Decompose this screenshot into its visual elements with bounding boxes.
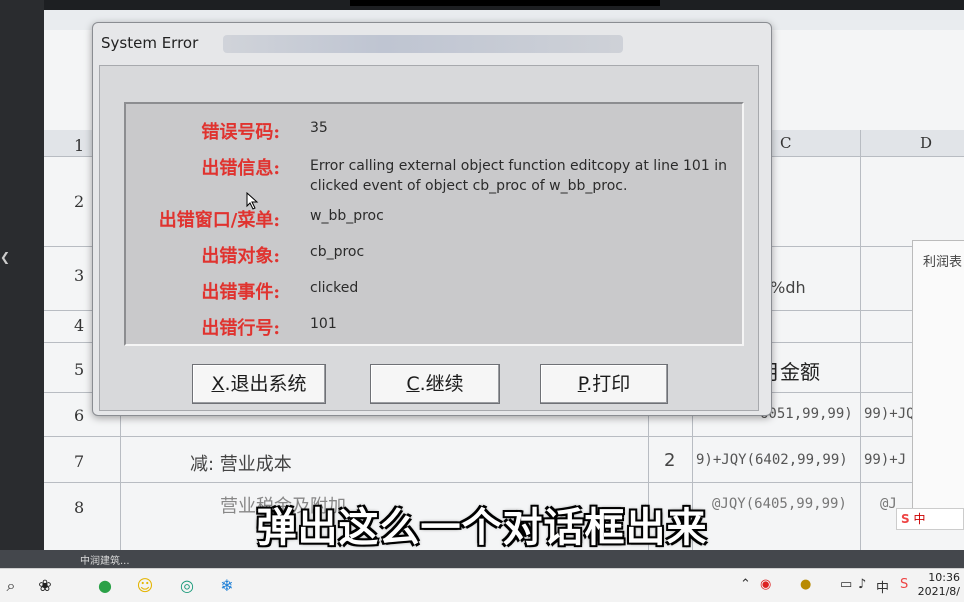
continue-hotkey: C <box>406 373 420 395</box>
windows-taskbar: ⌕ ❀ ● ☺ ◎ ❄ ⌃ ◉ ● ▭ ♪ 中 S 10:36 2021/8/ <box>0 568 964 602</box>
print-button-label: .打印 <box>586 373 631 395</box>
error-window-label: 出错窗口/菜单: <box>158 210 280 231</box>
tray-app-icon[interactable]: ● <box>800 577 811 592</box>
wechat-icon[interactable]: ● <box>94 575 116 597</box>
input-method-icon[interactable]: 中 <box>876 577 889 596</box>
error-window-value: w_bb_proc <box>310 208 384 224</box>
mouse-pointer-icon <box>246 192 259 210</box>
top-bezel-bar <box>350 0 660 6</box>
cell-formula[interactable]: 6051,99,99) <box>760 406 853 422</box>
circle-app-icon[interactable]: ◎ <box>176 575 198 597</box>
error-number-label: 错误号码: <box>201 122 280 143</box>
dialog-titlebar[interactable]: System Error <box>93 23 771 63</box>
error-event-label: 出错事件: <box>201 282 280 303</box>
error-event-value: clicked <box>310 280 359 296</box>
taskbar-preview-strip: 中润建筑... <box>0 550 964 568</box>
system-clock[interactable]: 10:36 2021/8/ <box>918 571 960 599</box>
print-button[interactable]: P.打印 <box>540 364 668 404</box>
search-icon[interactable]: ⌕ <box>0 575 22 597</box>
battery-icon[interactable]: ▭ <box>840 577 852 592</box>
error-message-label: 出错信息: <box>201 158 280 179</box>
side-report-panel: 利润表 <box>912 240 964 510</box>
side-panel-title: 利润表 <box>923 255 963 270</box>
continue-button[interactable]: C.继续 <box>370 364 500 404</box>
blurred-title-region <box>223 35 623 53</box>
cell-label-cost[interactable]: 减: 营业成本 <box>190 450 292 476</box>
clock-date: 2021/8/ <box>917 585 960 598</box>
system-error-dialog: System Error 错误号码: 35 出错信息: Error callin… <box>92 22 772 416</box>
error-line-label: 出错行号: <box>201 318 280 339</box>
error-line-value: 101 <box>310 316 337 332</box>
error-number-value: 35 <box>310 120 328 136</box>
exit-hotkey: X <box>211 373 225 395</box>
row-number: 7 <box>74 452 85 471</box>
cell-formula[interactable]: 99)+JQ <box>864 406 915 422</box>
tray-expand-icon[interactable]: ⌃ <box>740 577 751 592</box>
monitor-screen: C D 1 2 3 4 5 6 7 8 h%dh 月金额 6051,99,99)… <box>44 10 964 550</box>
speaker-icon[interactable]: ♪ <box>858 577 866 592</box>
snowflake-app-icon[interactable]: ❄ <box>216 575 238 597</box>
exit-system-button[interactable]: X.退出系统 <box>192 364 326 404</box>
error-object-value: cb_proc <box>310 244 365 260</box>
column-header-d: D <box>920 134 933 152</box>
dialog-title: System Error <box>101 34 199 52</box>
dialog-body: 错误号码: 35 出错信息: Error calling external ob… <box>99 65 759 411</box>
clock-time: 10:36 <box>928 571 960 584</box>
error-message-value: Error calling external object function e… <box>310 158 727 194</box>
sogou-icon[interactable]: S <box>900 577 908 592</box>
chevron-left-icon[interactable]: ❮ <box>0 250 14 266</box>
cell-formula[interactable]: 9)+JQY(6402,99,99) <box>696 452 848 468</box>
continue-button-label: .继续 <box>419 373 464 395</box>
video-subtitle: 弹出这么一个对话框出来 <box>256 505 708 551</box>
fan-app-icon[interactable]: ❀ <box>34 575 56 597</box>
error-details-panel: 错误号码: 35 出错信息: Error calling external ob… <box>124 102 744 346</box>
taskbar-preview-text: 中润建筑... <box>80 556 130 567</box>
exit-button-label: .退出系统 <box>224 373 307 395</box>
smile-app-icon[interactable]: ☺ <box>134 575 156 597</box>
cell-formula[interactable]: 99)+J <box>864 452 906 468</box>
tray-record-icon[interactable]: ◉ <box>760 577 771 592</box>
error-object-label: 出错对象: <box>201 246 280 267</box>
column-header-c: C <box>780 134 792 152</box>
cell-number[interactable]: 2 <box>664 450 675 471</box>
print-hotkey: P <box>577 373 587 395</box>
